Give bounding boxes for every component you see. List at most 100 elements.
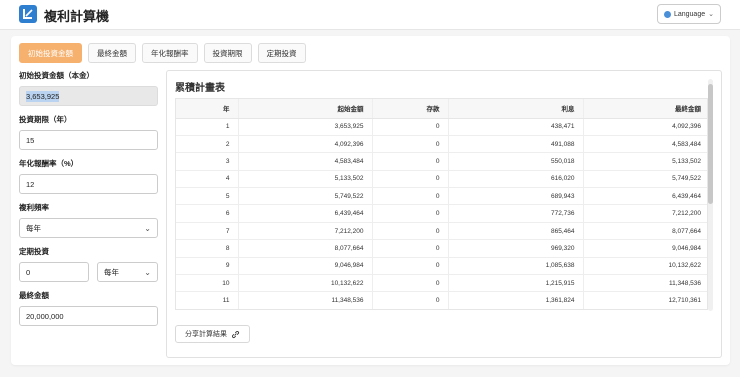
initial-investment-value: 3,653,925: [26, 90, 60, 102]
table-cell: 1,215,915: [447, 274, 583, 293]
table-cell: 0: [371, 222, 448, 241]
table-cell: 5: [176, 187, 238, 206]
schedule-panel: 累積計畫表 年 起始金額 存款 利息 最終金額 1 3,653,925 0 438,4…: [166, 70, 722, 358]
table-cell: 12: [176, 309, 238, 310]
share-results-button[interactable]: 分享計算結果: [175, 325, 250, 343]
table-cell: 0: [372, 309, 448, 310]
table-row: 8 8,077,664 0 969,320 9,046,984: [176, 239, 707, 258]
table-cell: 0: [371, 291, 448, 309]
table-cell: 0: [371, 170, 448, 189]
tab-annual-return[interactable]: 年化報酬率: [142, 43, 198, 63]
tab-bar: 初始投資金額 最終金額 年化報酬率 投資期限 定期投資: [19, 43, 306, 63]
tab-initial-investment[interactable]: 初始投資金額: [19, 43, 82, 63]
table-row: 3 4,583,484 0 550,018 5,133,502: [176, 152, 707, 171]
table-cell: 3,653,925: [237, 118, 372, 136]
link-icon: [231, 330, 240, 338]
schedule-title: 累積計畫表: [175, 83, 225, 94]
investment-period-field[interactable]: 15: [19, 130, 158, 150]
table-cell: 7,212,200: [582, 204, 707, 223]
table-cell: 5,749,522: [237, 187, 372, 206]
header-interest: 利息: [447, 99, 583, 119]
table-cell: 12,710,361: [238, 309, 372, 310]
table-cell: 1,525,243: [448, 309, 583, 310]
table-cell: 550,018: [447, 152, 583, 171]
table-cell: 772,736: [447, 204, 583, 223]
language-label: Language: [673, 10, 706, 18]
table-cell: 11: [176, 291, 238, 309]
table-cell: 1: [176, 118, 238, 136]
table-cell: 7,212,200: [237, 222, 372, 241]
table-row: 9 9,046,984 0 1,085,638 10,132,622: [176, 257, 707, 276]
table-cell: 10,132,622: [582, 257, 707, 276]
table-cell: 616,020: [447, 170, 583, 189]
annual-return-label: 年化報酬率（%）: [19, 159, 79, 168]
compound-frequency-select[interactable]: 每年 ⌄: [19, 218, 158, 238]
compound-frequency-value: 每年: [26, 223, 41, 233]
input-form: 初始投資金額（本金） 3,653,925 投資期限（年） 15 年化報酬率（%）…: [19, 70, 158, 334]
table-cell: 9,046,984: [582, 239, 707, 258]
table-cell: 5,133,502: [582, 152, 707, 171]
table-cell: 10: [176, 274, 238, 293]
table-cell: 1,361,824: [447, 291, 583, 309]
chevron-down-icon: ⌄: [144, 267, 151, 277]
chevron-down-icon: ⌄: [708, 11, 714, 18]
table-cell: 865,464: [447, 222, 583, 241]
table-row: 2 4,092,396 0 491,088 4,583,484: [176, 135, 707, 154]
annual-return-field[interactable]: 12: [19, 174, 158, 194]
final-amount-field[interactable]: 20,000,000: [19, 306, 158, 326]
table-cell: 4,092,396: [237, 135, 372, 154]
globe-icon: [663, 10, 671, 18]
tab-periodic-investment[interactable]: 定期投資: [257, 43, 306, 63]
table-cell: 8: [176, 239, 238, 258]
table-cell: 11,348,536: [582, 274, 707, 293]
table-cell: 12,710,361: [582, 291, 707, 309]
table-cell: 3: [176, 152, 238, 171]
table-cell: 0: [371, 118, 448, 136]
periodic-investment-field[interactable]: 0: [19, 262, 89, 282]
table-cell: 9,046,984: [237, 257, 372, 276]
tab-final-amount[interactable]: 最終金額: [88, 43, 136, 63]
table-row: 7 7,212,200 0 865,464 8,077,664: [176, 222, 707, 241]
periodic-frequency-select[interactable]: 每年 ⌄: [97, 262, 158, 282]
table-cell: 6,439,464: [237, 204, 372, 223]
table-cell: 0: [371, 204, 448, 223]
schedule-table-wrapper[interactable]: 年 起始金額 存款 利息 最終金額 1 3,653,925 0 438,471 4,09…: [175, 98, 708, 310]
header-year: 年: [176, 99, 238, 119]
table-cell: 0: [371, 239, 448, 258]
scrollbar-thumb[interactable]: [708, 84, 713, 204]
table-cell: 4: [176, 170, 238, 189]
table-row: 1212,710,36101,525,24314,235,604: [176, 309, 708, 310]
table-cell: 8,077,664: [582, 222, 707, 241]
final-amount-label: 最終金額: [19, 291, 49, 300]
table-cell: 10,132,622: [237, 274, 372, 293]
table-cell: 491,088: [447, 135, 583, 154]
table-cell: 969,320: [447, 239, 583, 258]
app-title: 複利計算機: [44, 9, 110, 24]
table-header-row: 年 起始金額 存款 利息 最終金額: [176, 99, 707, 119]
table-cell: 6: [176, 204, 238, 223]
table-row: 5 5,749,522 0 689,943 6,439,464: [176, 187, 707, 206]
initial-investment-field[interactable]: 3,653,925: [19, 86, 158, 106]
main-card: 初始投資金額 最終金額 年化報酬率 投資期限 定期投資 初始投資金額（本金） 3…: [11, 36, 730, 365]
table-cell: 7: [176, 222, 238, 241]
table-row: 1 3,653,925 0 438,471 4,092,396: [176, 118, 707, 136]
share-label: 分享計算結果: [185, 331, 227, 338]
table-cell: 5,133,502: [237, 170, 372, 189]
table-cell: 0: [371, 274, 448, 293]
periodic-frequency-value: 每年: [104, 267, 119, 277]
schedule-table: 年 起始金額 存款 利息 最終金額 1 3,653,925 0 438,471 4,09…: [176, 99, 708, 310]
table-cell: 438,471: [447, 118, 583, 136]
language-button[interactable]: Language ⌄: [656, 4, 721, 24]
header-final-amount: 最終金額: [582, 99, 707, 119]
investment-period-label: 投資期限（年）: [19, 115, 72, 124]
app-logo-icon: [19, 5, 37, 23]
header-deposit: 存款: [371, 99, 448, 119]
table-cell: 1,085,638: [447, 257, 583, 276]
table-row: 4 5,133,502 0 616,020 5,749,522: [176, 170, 707, 189]
table-cell: 14,235,604: [583, 309, 708, 310]
table-cell: 4,092,396: [582, 118, 707, 136]
table-cell: 0: [371, 152, 448, 171]
table-scrollbar[interactable]: [708, 79, 713, 311]
table-cell: 6,439,464: [582, 187, 707, 206]
tab-investment-period[interactable]: 投資期限: [203, 43, 252, 63]
